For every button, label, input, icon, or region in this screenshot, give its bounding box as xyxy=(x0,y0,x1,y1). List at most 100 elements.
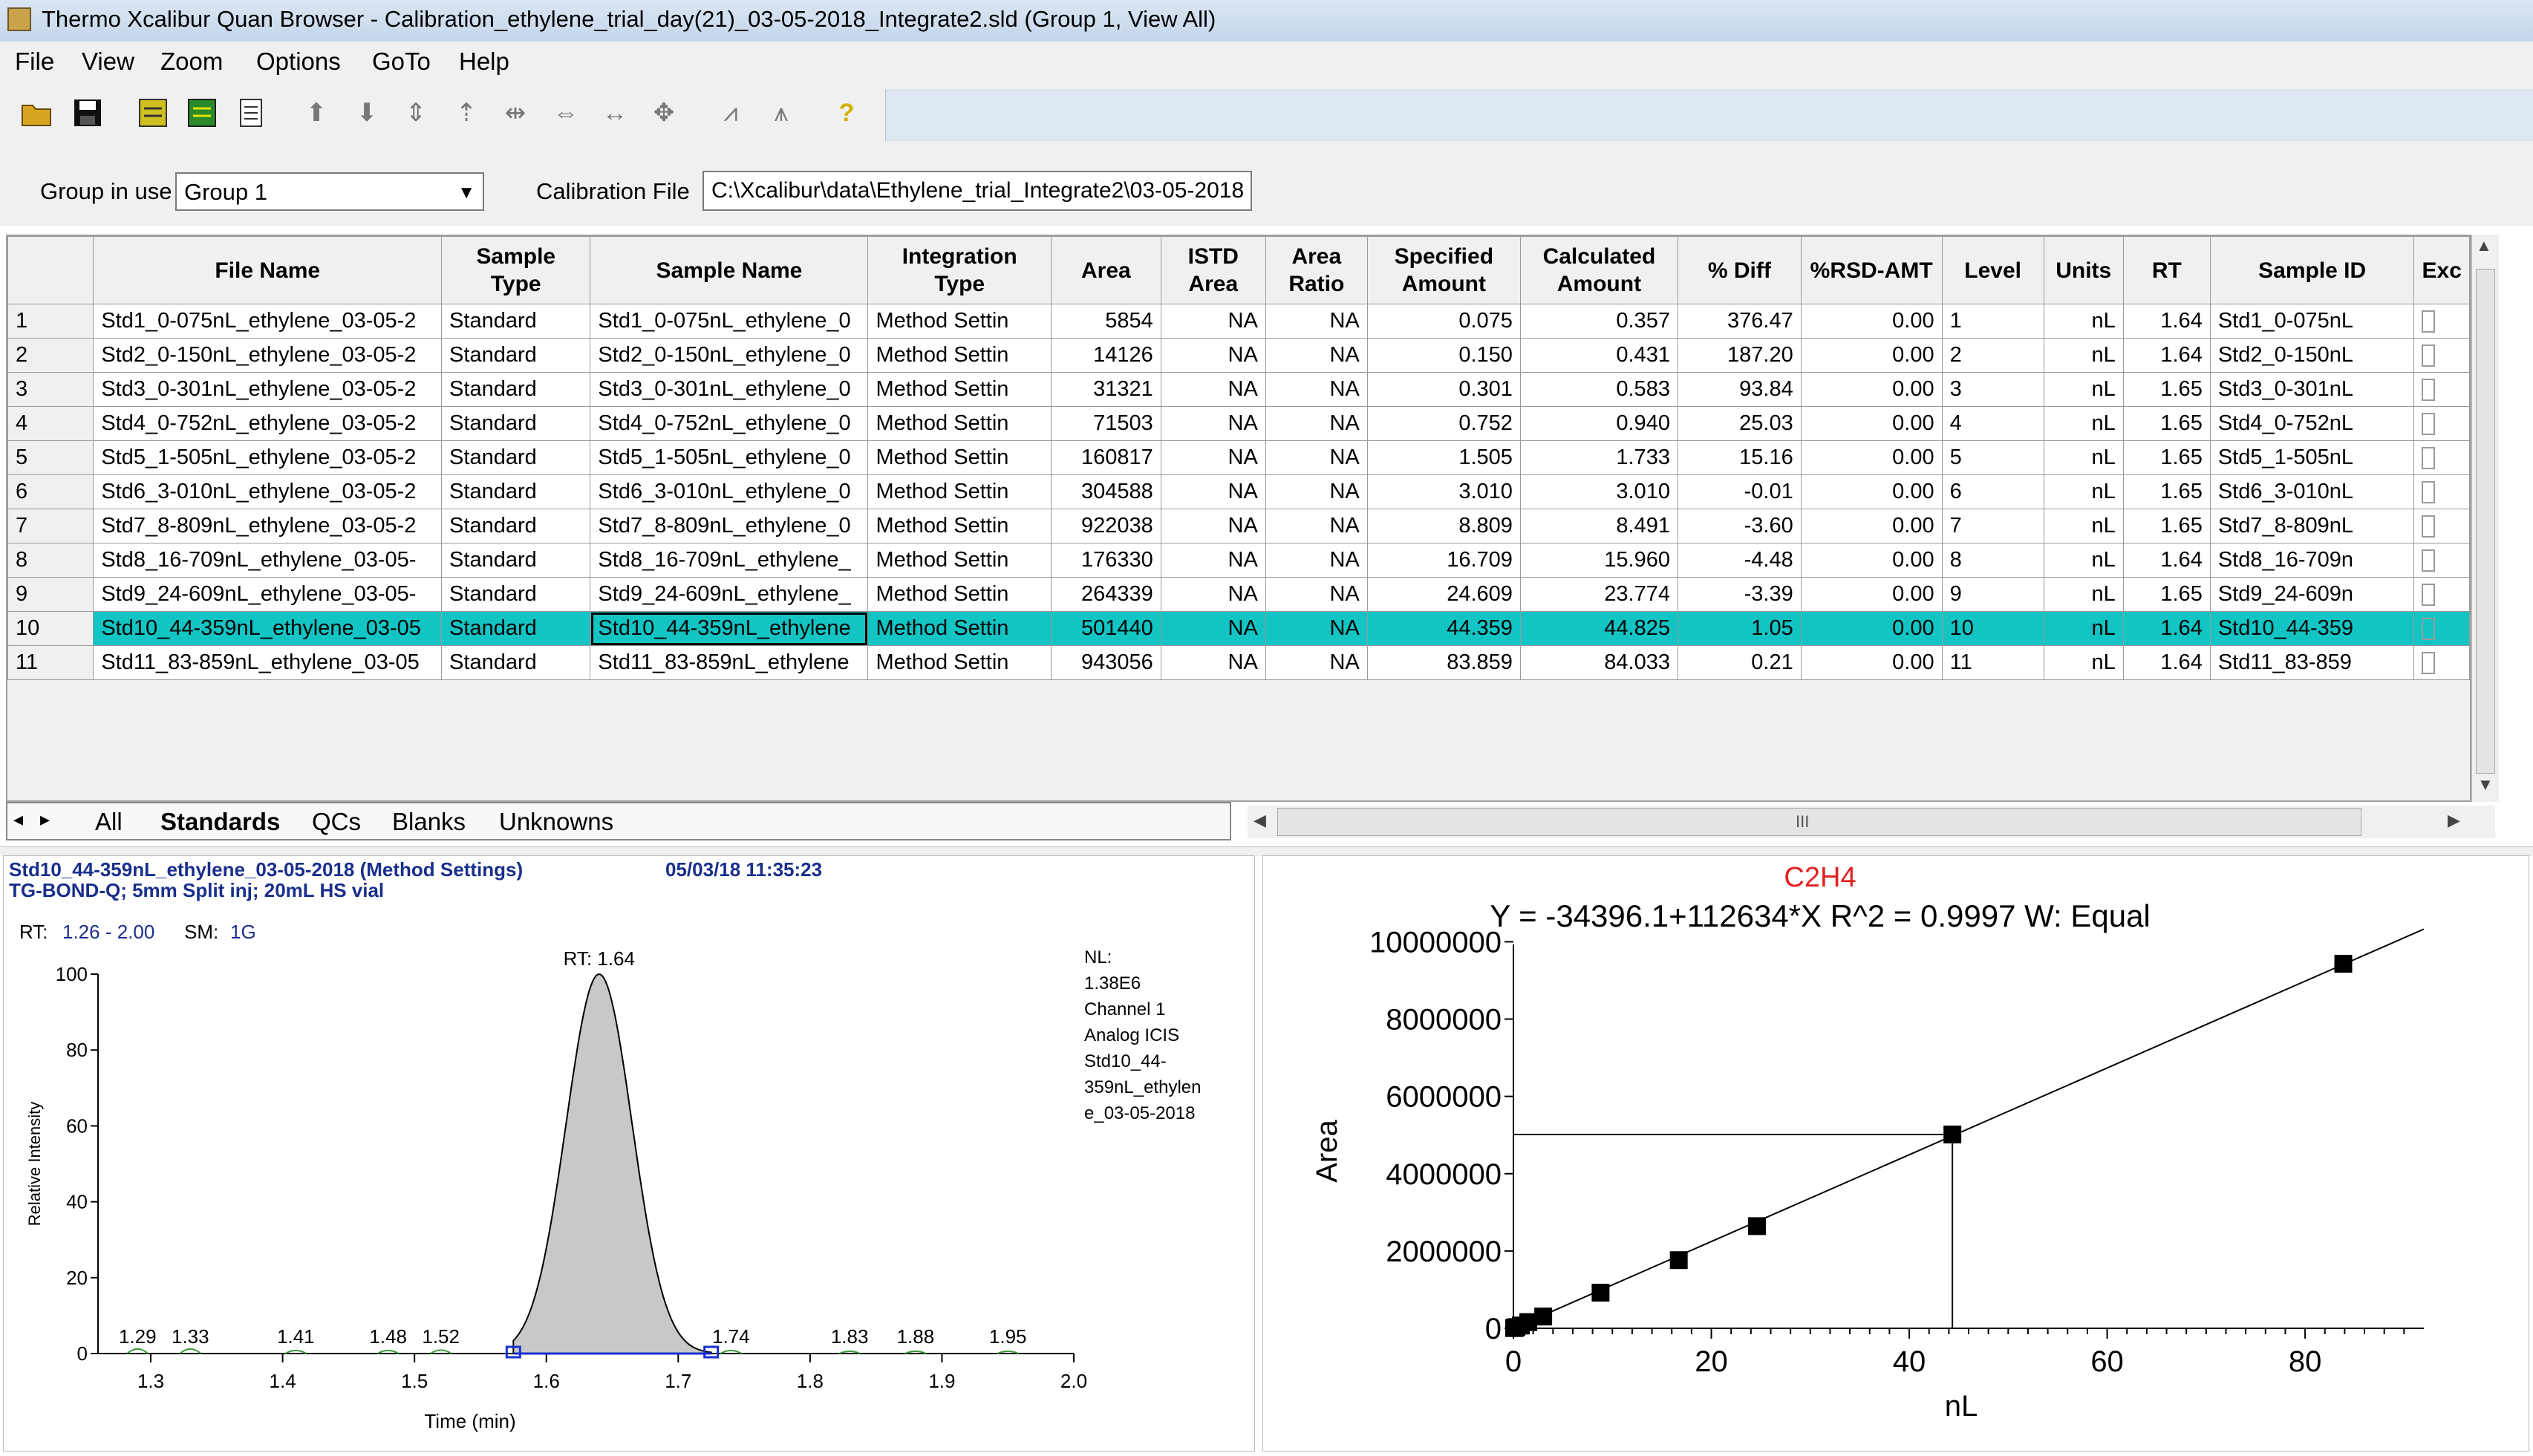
cell-istd-area[interactable]: NA xyxy=(1160,474,1266,509)
cell-area-ratio[interactable]: NA xyxy=(1265,372,1368,407)
table-row[interactable]: 8 Std8_16-709nL_ethylene_03-05- Standard St… xyxy=(7,543,2470,578)
cell-sample-name[interactable]: Std9_24-609nL_ethylene_ xyxy=(590,577,869,612)
cell-sample-type[interactable]: Standard xyxy=(441,645,591,680)
cell-rt[interactable]: 1.64 xyxy=(2122,543,2211,578)
cell-units[interactable]: nL xyxy=(2043,543,2124,578)
cell-file-name[interactable]: Std6_3-010nL_ethylene_03-05-2 xyxy=(93,474,443,509)
cell-file-name[interactable]: Std11_83-859nL_ethylene_03-05 xyxy=(93,645,443,680)
cell-calculated-amount[interactable]: 8.491 xyxy=(1519,509,1678,543)
cell-sample-name[interactable]: Std1_0-075nL_ethylene_0 xyxy=(590,304,869,339)
cell-specified-amount[interactable]: 83.859 xyxy=(1366,645,1521,680)
cell-calculated-amount[interactable]: 0.431 xyxy=(1519,338,1678,373)
cell-exclude[interactable] xyxy=(2413,611,2470,646)
cell-specified-amount[interactable]: 0.075 xyxy=(1366,304,1521,339)
cell-exclude[interactable] xyxy=(2413,543,2470,578)
cell-row-number[interactable]: 2 xyxy=(7,338,94,373)
cell-percent-diff[interactable]: 376.47 xyxy=(1677,304,1802,339)
peak-icon[interactable]: ⩘ xyxy=(714,97,747,129)
table-row[interactable]: 7 Std7_8-809nL_ethylene_03-05-2 Standard St… xyxy=(7,509,2470,543)
peak-split-icon[interactable]: ⩚ xyxy=(765,97,798,129)
cell-rt[interactable]: 1.65 xyxy=(2122,577,2211,612)
cell-specified-amount[interactable]: 44.359 xyxy=(1366,611,1521,646)
cell-sample-name[interactable]: Std6_3-010nL_ethylene_0 xyxy=(590,474,869,509)
exclude-checkbox[interactable] xyxy=(2422,515,2436,538)
cell-specified-amount[interactable]: 3.010 xyxy=(1366,474,1521,509)
group-select[interactable]: Group 1 ▼ xyxy=(175,172,484,211)
table-row[interactable]: 3 Std3_0-301nL_ethylene_03-05-2 Standard St… xyxy=(7,372,2470,407)
cell-percent-diff[interactable]: 1.05 xyxy=(1677,611,1802,646)
cell-rt[interactable]: 1.64 xyxy=(2122,304,2211,339)
cell-percent-diff[interactable]: 187.20 xyxy=(1677,338,1802,373)
move-icon[interactable]: ✥ xyxy=(648,97,680,129)
cell-calculated-amount[interactable]: 0.583 xyxy=(1519,372,1678,407)
cell-file-name[interactable]: Std3_0-301nL_ethylene_03-05-2 xyxy=(93,372,443,407)
cell-area-ratio[interactable]: NA xyxy=(1265,406,1368,441)
cell-file-name[interactable]: Std5_1-505nL_ethylene_03-05-2 xyxy=(93,440,443,475)
cell-area[interactable]: 5854 xyxy=(1050,304,1161,339)
cell-integration-type[interactable]: Method Settin xyxy=(867,372,1052,407)
cell-istd-area[interactable]: NA xyxy=(1160,577,1266,612)
column-header-exclude[interactable]: Exc xyxy=(2413,236,2470,304)
tab-unknowns[interactable]: Unknowns xyxy=(499,808,613,836)
tab-standards[interactable]: Standards xyxy=(160,808,280,836)
cell-area-ratio[interactable]: NA xyxy=(1265,474,1368,509)
dropdown-arrow-icon[interactable]: ▼ xyxy=(457,183,475,203)
cell-row-number[interactable]: 6 xyxy=(7,474,94,509)
cell-exclude[interactable] xyxy=(2413,304,2470,339)
cell-sample-id[interactable]: Std10_44-359 xyxy=(2209,611,2415,646)
cell-sample-id[interactable]: Std1_0-075nL xyxy=(2209,304,2415,339)
cell-area-ratio[interactable]: NA xyxy=(1265,577,1368,612)
up-arrow-icon[interactable]: ⬆ xyxy=(300,97,333,129)
cell-units[interactable]: nL xyxy=(2043,611,2124,646)
menu-help[interactable]: Help xyxy=(459,48,509,76)
menu-view[interactable]: View xyxy=(82,48,134,76)
exclude-checkbox[interactable] xyxy=(2422,584,2436,607)
split-icon[interactable]: ⇹ xyxy=(499,97,532,129)
cell-rsd-amt[interactable]: 0.00 xyxy=(1800,577,1943,612)
tab-scroll-left-icon[interactable]: ◂ xyxy=(13,808,23,831)
cell-sample-type[interactable]: Standard xyxy=(441,577,591,612)
cell-percent-diff[interactable]: -0.01 xyxy=(1677,474,1802,509)
cell-sample-id[interactable]: Std11_83-859 xyxy=(2209,645,2415,680)
cell-istd-area[interactable]: NA xyxy=(1160,372,1266,407)
scroll-left-icon[interactable]: ◀ xyxy=(1254,811,1266,830)
cell-area[interactable]: 501440 xyxy=(1050,611,1161,646)
cell-exclude[interactable] xyxy=(2413,474,2470,509)
cell-sample-name[interactable]: Std8_16-709nL_ethylene_ xyxy=(590,543,869,578)
cell-sample-id[interactable]: Std4_0-752nL xyxy=(2209,406,2415,441)
cell-istd-area[interactable]: NA xyxy=(1160,611,1266,646)
cell-area-ratio[interactable]: NA xyxy=(1265,611,1368,646)
menu-options[interactable]: Options xyxy=(256,48,341,76)
cell-sample-type[interactable]: Standard xyxy=(441,406,591,441)
cell-rsd-amt[interactable]: 0.00 xyxy=(1800,474,1943,509)
cell-percent-diff[interactable]: 15.16 xyxy=(1677,440,1802,475)
horizontal-scrollbar-thumb[interactable] xyxy=(1277,808,2361,836)
cell-level[interactable]: 3 xyxy=(1941,372,2044,407)
updown-arrow-icon[interactable]: ⇕ xyxy=(400,97,432,129)
table-row[interactable]: 6 Std6_3-010nL_ethylene_03-05-2 Standard St… xyxy=(7,474,2470,509)
cell-units[interactable]: nL xyxy=(2043,338,2124,373)
exclude-checkbox[interactable] xyxy=(2422,618,2436,641)
cell-area[interactable]: 31321 xyxy=(1050,372,1161,407)
cell-rsd-amt[interactable]: 0.00 xyxy=(1800,645,1943,680)
cell-rsd-amt[interactable]: 0.00 xyxy=(1800,304,1943,339)
calibration-plot[interactable]: C2H4 Y = -34396.1+112634*X R^2 = 0.9997 W… xyxy=(1262,855,2529,1452)
column-header-units[interactable]: Units xyxy=(2043,236,2124,304)
cell-area-ratio[interactable]: NA xyxy=(1265,645,1368,680)
cell-istd-area[interactable]: NA xyxy=(1160,509,1266,543)
cell-specified-amount[interactable]: 24.609 xyxy=(1366,577,1521,612)
column-header-rt[interactable]: RT xyxy=(2122,236,2211,304)
cell-sample-type[interactable]: Standard xyxy=(441,611,591,646)
cell-percent-diff[interactable]: 93.84 xyxy=(1677,372,1802,407)
cell-units[interactable]: nL xyxy=(2043,645,2124,680)
cell-units[interactable]: nL xyxy=(2043,509,2124,543)
cell-file-name[interactable]: Std10_44-359nL_ethylene_03-05 xyxy=(93,611,443,646)
cell-sample-type[interactable]: Standard xyxy=(441,338,591,373)
cell-specified-amount[interactable]: 16.709 xyxy=(1366,543,1521,578)
calibration-file-field[interactable]: C:\Xcalibur\data\Ethylene_trial_Integrat… xyxy=(702,171,1252,211)
table-row[interactable]: 9 Std9_24-609nL_ethylene_03-05- Standard St… xyxy=(7,577,2470,612)
cell-integration-type[interactable]: Method Settin xyxy=(867,304,1052,339)
tab-blanks[interactable]: Blanks xyxy=(392,808,466,836)
cell-calculated-amount[interactable]: 23.774 xyxy=(1519,577,1678,612)
cell-area-ratio[interactable]: NA xyxy=(1265,543,1368,578)
